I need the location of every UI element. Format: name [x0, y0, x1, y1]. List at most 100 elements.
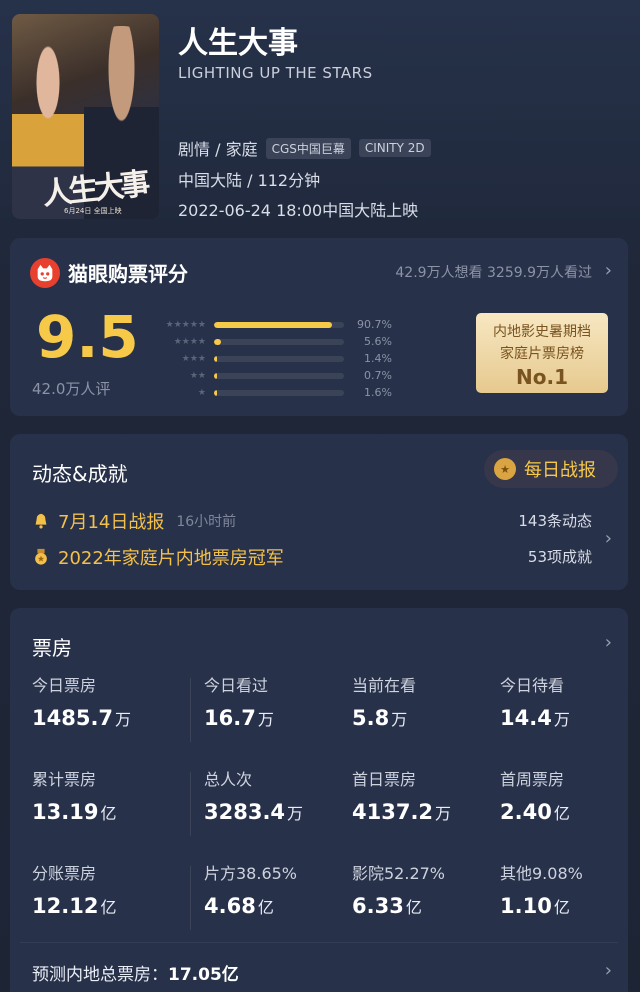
stat-cell: 其他9.08% 1.10 亿 — [500, 860, 583, 918]
star-row-icon: ★★★★ — [173, 336, 206, 347]
stat-label: 影院52.27% — [352, 864, 446, 883]
boxoffice-title: 票房 — [32, 636, 72, 660]
stat-value: 1485.7 — [32, 706, 114, 730]
ranking-badge[interactable]: 内地影史暑期档 家庭片票房榜 No.1 — [476, 313, 608, 393]
daily-report-label: 每日战报 — [524, 460, 596, 481]
stat-unit: 万 — [287, 804, 304, 823]
achievement-item[interactable]: 2022年家庭片内地票房冠军 — [32, 544, 284, 570]
stat-cell: 分账票房 12.12 亿 — [32, 860, 116, 918]
stat-label: 其他9.08% — [500, 864, 583, 883]
achievement-text: 2022年家庭片内地票房冠军 — [58, 548, 284, 569]
stat-cell: 当前在看 5.8 万 — [352, 672, 416, 730]
maoyan-cat-icon — [30, 258, 60, 288]
stat-unit: 亿 — [405, 898, 422, 917]
stat-value: 13.19 — [32, 800, 99, 824]
rating-bar-track — [214, 338, 344, 345]
rating-title: 猫眼购票评分 — [68, 262, 188, 286]
forecast-row[interactable]: 预测内地总票房：17.05亿 — [32, 960, 239, 985]
rating-bar-fill — [214, 355, 218, 362]
stat-unit: 万 — [115, 710, 132, 729]
stat-cell: 今日票房 1485.7 万 — [32, 672, 131, 730]
stat-label: 总人次 — [204, 770, 253, 789]
column-divider — [190, 866, 191, 930]
stat-value: 12.12 — [32, 894, 99, 918]
stat-label: 今日票房 — [32, 676, 97, 695]
rating-bar-track — [214, 389, 344, 396]
stat-value-wrap: 4137.2 万 — [352, 800, 451, 824]
poster-release-note: 6月24日 全国上映 — [64, 207, 122, 215]
stat-cell: 累计票房 13.19 亿 — [32, 766, 116, 824]
star-row-icon: ★ — [197, 387, 206, 398]
stat-value: 14.4 — [500, 706, 552, 730]
stat-value: 16.7 — [204, 706, 256, 730]
stat-label: 分账票房 — [32, 864, 97, 883]
rating-bar-track — [214, 372, 344, 379]
rating-bar-percent: 1.6% — [364, 386, 392, 399]
star-row-icon: ★★★ — [181, 353, 206, 364]
stat-unit: 万 — [435, 804, 452, 823]
updates-count[interactable]: 143条动态 — [518, 510, 592, 531]
chevron-right-icon[interactable]: › — [605, 632, 612, 653]
stat-label: 累计票房 — [32, 770, 97, 789]
rating-bar-fill — [214, 372, 218, 379]
stat-value: 4137.2 — [352, 800, 434, 824]
stat-cell: 片方38.65% 4.68 亿 — [204, 860, 297, 918]
badge-line-2: 家庭片票房榜 — [500, 346, 584, 362]
movie-title: 人生大事 — [178, 26, 298, 61]
rating-bar-fill — [214, 321, 332, 328]
star-medal-icon: ★ — [494, 458, 516, 480]
stat-value-wrap: 4.68 亿 — [204, 894, 297, 918]
rating-card: 猫眼购票评分 42.9万人想看 3259.9万人看过 › 9.5 42.0万人评… — [10, 238, 628, 416]
stat-label: 首日票房 — [352, 770, 417, 789]
chevron-right-icon[interactable]: › — [605, 528, 612, 549]
stat-unit: 亿 — [100, 804, 117, 823]
column-divider — [190, 678, 191, 742]
rating-bar-row: ★★ 0.7% — [148, 367, 393, 384]
rating-bar-row: ★★★★ 5.6% — [148, 333, 393, 350]
rating-score: 9.5 — [36, 303, 139, 371]
region-duration: 中国大陆 / 112分钟 — [178, 171, 321, 190]
stat-unit: 万 — [257, 710, 274, 729]
badge-line-1: 内地影史暑期档 — [493, 324, 591, 340]
news-card: 动态&成就 ★ 每日战报 7月14日战报 16小时前 2022年家庭片内地票房冠… — [10, 434, 628, 590]
release-date: 2022-06-24 18:00中国大陆上映 — [178, 201, 419, 220]
achievements-count[interactable]: 53项成就 — [528, 546, 592, 567]
stat-label: 今日看过 — [204, 676, 269, 695]
news-item-time: 16小时前 — [176, 514, 237, 530]
stat-cell: 总人次 3283.4 万 — [204, 766, 303, 824]
chevron-right-icon[interactable]: › — [605, 260, 612, 281]
news-item-text: 7月14日战报 — [58, 512, 165, 533]
stat-label: 首周票房 — [500, 770, 565, 789]
daily-report-button[interactable]: ★ 每日战报 — [484, 450, 618, 488]
rating-bar-fill — [214, 389, 218, 396]
news-title: 动态&成就 — [32, 462, 128, 486]
rating-bar-row: ★★★ 1.4% — [148, 350, 393, 367]
stat-value: 5.8 — [352, 706, 390, 730]
rating-bar-percent: 5.6% — [364, 335, 392, 348]
stat-value-wrap: 13.19 亿 — [32, 800, 116, 824]
stat-value-wrap: 5.8 万 — [352, 706, 416, 730]
stat-value-wrap: 12.12 亿 — [32, 894, 116, 918]
star-row-icon: ★★★★★ — [165, 319, 206, 330]
rating-bar-track — [214, 355, 344, 362]
stat-value-wrap: 6.33 亿 — [352, 894, 445, 918]
stat-cell: 首周票房 2.40 亿 — [500, 766, 570, 824]
stat-unit: 万 — [553, 710, 570, 729]
badge-rank: No.1 — [516, 365, 568, 389]
rater-count: 42.0万人评 — [32, 380, 111, 398]
stat-value: 2.40 — [500, 800, 552, 824]
genre-text: 剧情 / 家庭 — [178, 140, 258, 159]
stat-value-wrap: 14.4 万 — [500, 706, 570, 730]
stat-value: 1.10 — [500, 894, 552, 918]
forecast-value: 17.05亿 — [168, 965, 239, 985]
column-divider — [190, 772, 191, 836]
rating-bar-fill — [214, 338, 222, 345]
news-item[interactable]: 7月14日战报 16小时前 — [32, 508, 236, 534]
genre-row: 剧情 / 家庭 CGS中国巨幕 CINITY 2D — [178, 136, 431, 160]
want-watched-count[interactable]: 42.9万人想看 3259.9万人看过 — [395, 262, 592, 282]
stat-value-wrap: 1485.7 万 — [32, 706, 131, 730]
movie-poster[interactable]: 人生大事 6月24日 全国上映 — [12, 14, 159, 219]
rating-bar-percent: 0.7% — [364, 369, 392, 382]
stat-label: 片方38.65% — [204, 864, 298, 883]
chevron-right-icon[interactable]: › — [605, 960, 612, 981]
